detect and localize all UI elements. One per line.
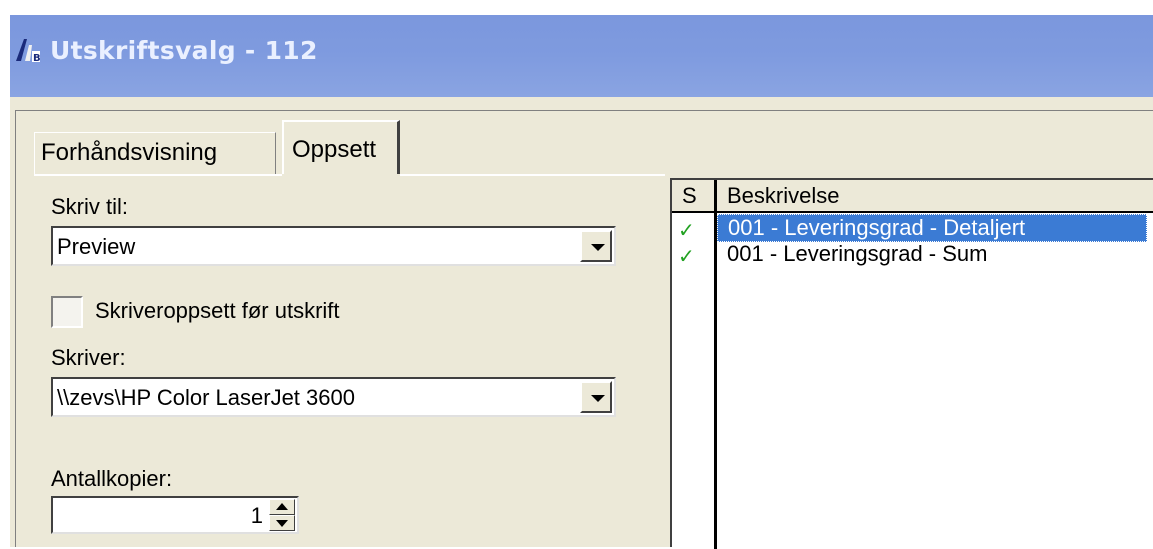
copies-decrement-button[interactable] bbox=[269, 515, 295, 531]
tab-divider bbox=[34, 174, 282, 176]
column-header-s[interactable]: S bbox=[674, 183, 714, 211]
list-header: S Beskrivelse bbox=[672, 180, 1153, 213]
tab-forhandsvisning[interactable]: Forhåndsvisning bbox=[34, 132, 276, 174]
arrow-down-icon bbox=[276, 520, 288, 527]
write-to-label: Skriv til: bbox=[51, 194, 128, 219]
tab-divider bbox=[400, 174, 665, 176]
list-item[interactable]: 001 - Leveringsgrad - Detaljert bbox=[717, 214, 1147, 242]
column-header-description[interactable]: Beskrivelse bbox=[717, 183, 839, 209]
write-to-dropdown-button[interactable] bbox=[580, 230, 612, 262]
printer-setup-checkbox[interactable] bbox=[51, 296, 83, 328]
copies-stepper[interactable]: 1 bbox=[51, 496, 299, 534]
app-icon: B bbox=[16, 39, 41, 64]
window-title: Utskriftsvalg - 112 bbox=[50, 36, 318, 65]
printer-value: \\zevs\HP Color LaserJet 3600 bbox=[57, 385, 355, 410]
copies-increment-button[interactable] bbox=[269, 499, 295, 515]
printer-label: Skriver: bbox=[51, 345, 126, 370]
copies-value: 1 bbox=[250, 503, 263, 528]
list-item[interactable]: 001 - Leveringsgrad - Sum bbox=[717, 241, 1147, 269]
checkmark-icon[interactable]: ✓ bbox=[678, 218, 700, 242]
checkmark-icon[interactable]: ✓ bbox=[678, 244, 700, 268]
printer-dropdown-button[interactable] bbox=[580, 381, 612, 413]
copies-label: Antallkopier: bbox=[51, 466, 173, 491]
tab-oppsett[interactable]: Oppsett bbox=[282, 120, 400, 174]
chevron-down-icon bbox=[591, 244, 605, 251]
chevron-down-icon bbox=[591, 395, 605, 402]
write-to-value: Preview bbox=[57, 234, 136, 259]
write-to-select[interactable]: Preview bbox=[51, 226, 616, 266]
arrow-up-icon bbox=[276, 503, 288, 510]
printer-setup-label[interactable]: Skriveroppsett før utskrift bbox=[95, 298, 340, 324]
printer-select[interactable]: \\zevs\HP Color LaserJet 3600 bbox=[51, 377, 616, 417]
svg-text:B: B bbox=[33, 53, 41, 64]
report-list[interactable]: S Beskrivelse ✓ 001 - Leveringsgrad - De… bbox=[670, 178, 1153, 549]
